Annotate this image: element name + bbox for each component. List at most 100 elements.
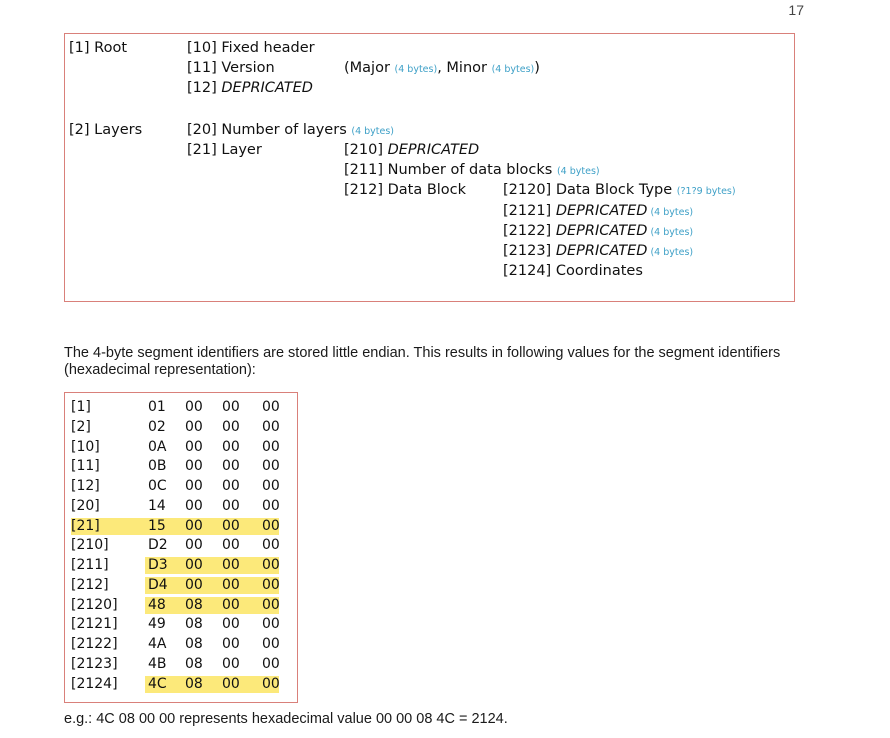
segment-id: [12] — [71, 478, 100, 494]
segment-id: [11] — [71, 458, 100, 474]
hex-byte: 0B — [148, 458, 167, 474]
segment-id: [2123] — [71, 656, 118, 672]
segment-id: [211] — [71, 557, 109, 573]
segment-id: [2] — [71, 419, 91, 435]
minor-size-note: (4 bytes) — [491, 64, 535, 75]
segment-id: [21] — [71, 518, 100, 534]
hex-byte: 00 — [262, 597, 280, 613]
deprecated-2122-item: [2122] DEPRICATED (4 bytes) — [503, 223, 694, 239]
hex-byte: 00 — [262, 399, 280, 415]
hex-byte: D4 — [148, 577, 168, 593]
hex-byte: 08 — [185, 656, 203, 672]
hex-byte: 00 — [222, 537, 240, 553]
hex-byte: 00 — [185, 399, 203, 415]
layers-size-note: (4 bytes) — [351, 126, 395, 137]
hex-byte: 00 — [262, 498, 280, 514]
hex-byte: 0A — [148, 439, 167, 455]
block-type-size-note: (?1?9 bytes) — [676, 186, 736, 197]
hex-byte: 08 — [185, 636, 203, 652]
hex-byte: 00 — [222, 656, 240, 672]
hex-byte: 02 — [148, 419, 166, 435]
hex-byte: 00 — [185, 458, 203, 474]
hex-byte: 00 — [262, 537, 280, 553]
hex-byte: 08 — [185, 597, 203, 613]
hex-byte: 00 — [185, 537, 203, 553]
number-of-data-blocks-item: [211] Number of data blocks (4 bytes) — [344, 162, 600, 178]
hex-byte: 00 — [262, 458, 280, 474]
segment-id: [210] — [71, 537, 109, 553]
hex-byte: 00 — [185, 439, 203, 455]
row-highlight — [71, 518, 279, 535]
segment-id: [2120] — [71, 597, 118, 613]
hex-byte: 00 — [222, 518, 240, 534]
hex-byte: 00 — [222, 676, 240, 692]
hex-byte: 00 — [185, 577, 203, 593]
hex-byte: 00 — [222, 458, 240, 474]
layer-item: [21] Layer — [187, 142, 262, 158]
hex-byte: 4B — [148, 656, 167, 672]
hex-byte: D2 — [148, 537, 168, 553]
hex-byte: 08 — [185, 616, 203, 632]
segment-id: [20] — [71, 498, 100, 514]
hex-byte: 00 — [262, 518, 280, 534]
hex-byte: 4A — [148, 636, 167, 652]
hex-byte: 00 — [262, 419, 280, 435]
blocks-size-note: (4 bytes) — [556, 166, 600, 177]
hex-byte: 00 — [222, 636, 240, 652]
hex-byte: D3 — [148, 557, 168, 573]
hex-byte: 15 — [148, 518, 166, 534]
segment-id: [2121] — [71, 616, 118, 632]
hex-byte: 00 — [222, 498, 240, 514]
hex-byte: 00 — [262, 577, 280, 593]
coordinates-item: [2124] Coordinates — [503, 263, 643, 279]
hex-byte: 49 — [148, 616, 166, 632]
number-of-layers-item: [20] Number of layers (4 bytes) — [187, 122, 395, 138]
deprecated-12-item: [12] DEPRICATED — [187, 80, 313, 96]
hex-byte: 14 — [148, 498, 166, 514]
hex-byte: 00 — [185, 419, 203, 435]
hex-byte: 00 — [185, 557, 203, 573]
segment-id: [2124] — [71, 676, 118, 692]
page-number: 17 — [788, 2, 804, 18]
segment-id: [1] — [71, 399, 91, 415]
hex-byte: 00 — [222, 478, 240, 494]
hex-byte: 00 — [222, 616, 240, 632]
version-detail: (Major (4 bytes), Minor (4 bytes)) — [344, 60, 540, 76]
hex-byte: 00 — [222, 419, 240, 435]
hex-byte: 00 — [262, 636, 280, 652]
data-block-item: [212] Data Block — [344, 182, 467, 198]
hex-byte: 4C — [148, 676, 167, 692]
example-footnote: e.g.: 4C 08 00 00 represents hexadecimal… — [64, 711, 508, 727]
major-size-note: (4 bytes) — [394, 64, 438, 75]
hex-byte: 01 — [148, 399, 166, 415]
hex-byte: 48 — [148, 597, 166, 613]
root-label: [1] Root — [69, 40, 127, 56]
hex-byte: 00 — [185, 478, 203, 494]
hex-byte: 08 — [185, 676, 203, 692]
segment-id: [10] — [71, 439, 100, 455]
hex-byte: 00 — [262, 478, 280, 494]
hex-byte: 00 — [185, 518, 203, 534]
hex-byte: 00 — [262, 656, 280, 672]
deprecated-2121-item: [2121] DEPRICATED (4 bytes) — [503, 203, 694, 219]
hex-byte: 0C — [148, 478, 167, 494]
hex-byte: 00 — [185, 498, 203, 514]
segment-id: [212] — [71, 577, 109, 593]
hex-byte: 00 — [262, 616, 280, 632]
fixed-header-item: [10] Fixed header — [187, 40, 315, 56]
deprecated-2123-item: [2123] DEPRICATED (4 bytes) — [503, 243, 694, 259]
hex-byte: 00 — [222, 557, 240, 573]
segment-id: [2122] — [71, 636, 118, 652]
hex-byte: 00 — [222, 439, 240, 455]
hex-byte: 00 — [222, 597, 240, 613]
deprecated-210-item: [210] DEPRICATED — [344, 142, 480, 158]
hex-byte: 00 — [262, 557, 280, 573]
hex-byte: 00 — [222, 399, 240, 415]
hex-byte: 00 — [262, 676, 280, 692]
layers-label: [2] Layers — [69, 122, 143, 138]
data-block-type-item: [2120] Data Block Type (?1?9 bytes) — [503, 182, 736, 198]
version-item: [11] Version — [187, 60, 275, 76]
endian-paragraph: The 4-byte segment identifiers are store… — [64, 345, 781, 378]
hex-byte: 00 — [222, 577, 240, 593]
hex-byte: 00 — [262, 439, 280, 455]
